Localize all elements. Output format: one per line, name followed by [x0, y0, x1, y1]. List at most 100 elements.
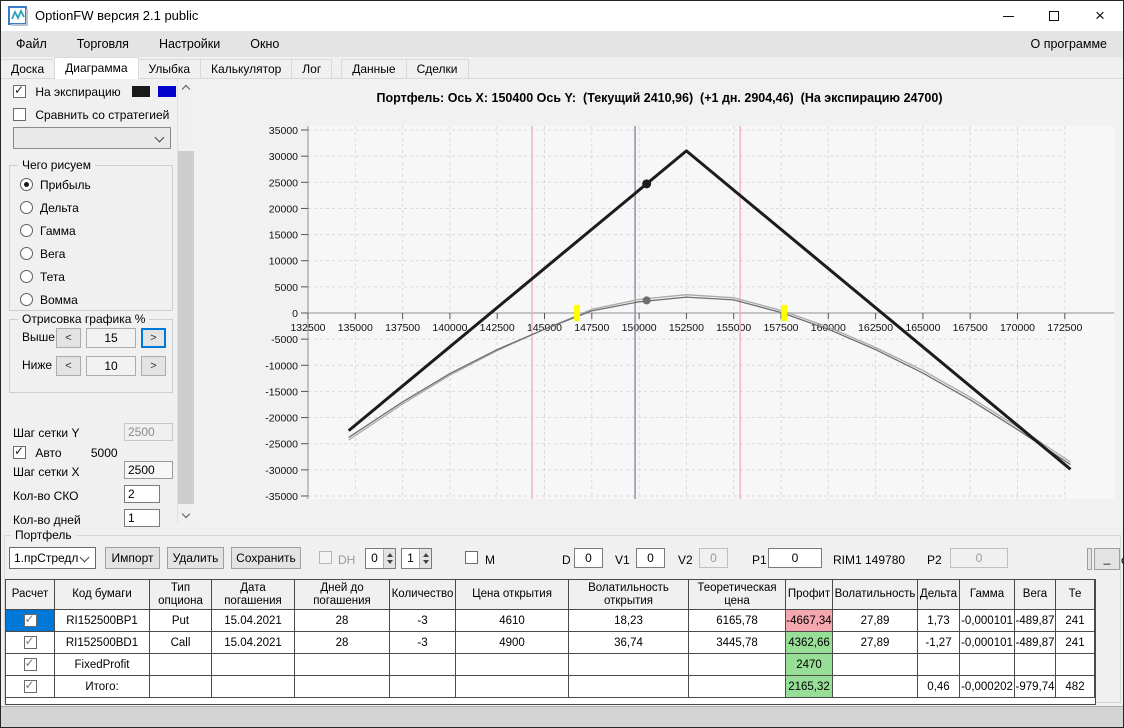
table-cell[interactable]: 4362,66	[786, 632, 833, 654]
below-increment-button[interactable]: >	[141, 356, 166, 376]
row-calc-checkbox-cell[interactable]	[6, 654, 55, 676]
radio-row-1[interactable]: Дельта	[20, 201, 91, 224]
table-cell[interactable]: 27,89	[833, 610, 918, 632]
positions-table[interactable]: Расчет Код бумаги Тип опциона Дата погашени…	[5, 579, 1096, 705]
close-button[interactable]: ×	[1077, 1, 1123, 31]
row-calc-checkbox[interactable]	[23, 656, 37, 671]
spinner-a[interactable]: 0	[365, 548, 396, 569]
column-header-14[interactable]: Те	[1056, 580, 1095, 610]
current-color-swatch[interactable]	[158, 86, 177, 97]
scroll-up-button[interactable]	[178, 79, 195, 96]
expiration-color-swatch[interactable]	[132, 86, 150, 97]
dh-checkbox[interactable]	[319, 551, 332, 564]
table-cell[interactable]: 15.04.2021	[212, 632, 295, 654]
menu-item-2[interactable]: Настройки	[144, 31, 235, 57]
column-header-2[interactable]: Тип опциона	[150, 580, 212, 610]
table-cell[interactable]	[456, 654, 569, 676]
import-button[interactable]: Импорт	[105, 547, 160, 569]
table-cell[interactable]: 28	[295, 632, 390, 654]
spinner-b-arrows[interactable]	[419, 549, 431, 568]
table-cell[interactable]: 27,89	[833, 632, 918, 654]
table-cell[interactable]: -489,87	[1015, 610, 1056, 632]
column-header-4[interactable]: Дней до погашения	[295, 580, 390, 610]
column-header-6[interactable]: Цена открытия	[456, 580, 569, 610]
compare-strategy-checkbox[interactable]	[13, 108, 26, 121]
tab-5[interactable]: Данные	[341, 59, 407, 78]
table-cell[interactable]	[212, 676, 295, 698]
table-cell[interactable]: -489,87	[1015, 632, 1056, 654]
table-cell[interactable]	[295, 654, 390, 676]
radio-icon[interactable]	[20, 178, 33, 191]
splitter-handle[interactable]	[1087, 548, 1092, 570]
minimize-button[interactable]	[985, 1, 1031, 31]
radio-icon[interactable]	[20, 293, 33, 306]
table-row[interactable]: RI152500BP1Put15.04.202128-3461018,23616…	[6, 610, 1095, 632]
table-cell[interactable]: Put	[150, 610, 212, 632]
table-cell[interactable]: 15.04.2021	[212, 610, 295, 632]
row-calc-checkbox-cell[interactable]	[6, 610, 55, 632]
below-value[interactable]: 10	[86, 356, 136, 376]
table-cell[interactable]: 36,74	[569, 632, 689, 654]
portfolio-select[interactable]: 1.прСтредл	[9, 547, 96, 569]
table-cell[interactable]	[150, 676, 212, 698]
spinner-b[interactable]: 1	[401, 548, 432, 569]
table-row[interactable]: RI152500BD1Call15.04.202128-3490036,7434…	[6, 632, 1095, 654]
below-decrement-button[interactable]: <	[56, 356, 81, 376]
table-cell[interactable]: -0,000101	[960, 610, 1015, 632]
table-cell[interactable]: FixedProfit	[55, 654, 150, 676]
table-cell[interactable]: -979,74	[1015, 676, 1056, 698]
grid-y-input[interactable]	[124, 423, 173, 441]
above-decrement-button[interactable]: <	[56, 328, 81, 348]
menu-item-about[interactable]: О программе	[1023, 31, 1115, 57]
radio-row-2[interactable]: Гамма	[20, 224, 91, 247]
days-count-input[interactable]	[124, 509, 160, 527]
table-cell[interactable]: 241	[1056, 610, 1095, 632]
radio-row-3[interactable]: Вега	[20, 247, 91, 270]
expiration-checkbox[interactable]	[13, 83, 26, 98]
table-cell[interactable]: 28	[295, 610, 390, 632]
strategy-compare-dropdown[interactable]	[13, 127, 171, 149]
table-cell[interactable]	[569, 654, 689, 676]
table-cell[interactable]: 3445,78	[689, 632, 786, 654]
table-cell[interactable]	[833, 676, 918, 698]
table-cell[interactable]: -3	[390, 610, 456, 632]
column-header-12[interactable]: Гамма	[960, 580, 1015, 610]
tab-6[interactable]: Сделки	[405, 59, 469, 78]
table-cell[interactable]	[569, 676, 689, 698]
column-header-7[interactable]: Волатильность открытия	[569, 580, 689, 610]
table-cell[interactable]: -3	[390, 632, 456, 654]
radio-icon[interactable]	[20, 201, 33, 214]
table-cell[interactable]	[689, 676, 786, 698]
sidebar-scrollbar[interactable]	[177, 79, 195, 524]
column-header-9[interactable]: Профит	[786, 580, 833, 610]
table-cell[interactable]	[150, 654, 212, 676]
tab-3[interactable]: Калькулятор	[200, 59, 293, 78]
d-field[interactable]: 0	[574, 548, 603, 568]
table-cell[interactable]: 241	[1056, 632, 1095, 654]
row-calc-checkbox-cell[interactable]	[6, 676, 55, 698]
table-cell[interactable]: 2470	[786, 654, 833, 676]
table-cell[interactable]	[295, 676, 390, 698]
column-header-13[interactable]: Вега	[1015, 580, 1056, 610]
scroll-down-button[interactable]	[178, 507, 195, 524]
column-header-1[interactable]: Код бумаги	[55, 580, 150, 610]
row-calc-checkbox[interactable]	[23, 612, 37, 627]
table-cell[interactable]	[390, 654, 456, 676]
tab-2[interactable]: Улыбка	[137, 59, 202, 78]
table-cell[interactable]: Call	[150, 632, 212, 654]
p2-field[interactable]: 0	[950, 548, 1008, 568]
table-cell[interactable]: 482	[1056, 676, 1095, 698]
grid-x-input[interactable]	[124, 461, 173, 479]
table-cell[interactable]: 6165,78	[689, 610, 786, 632]
chart-area[interactable]: Портфель: Ось X: 150400 Ось Y: (Текущий …	[194, 79, 1123, 527]
table-cell[interactable]: Итого:	[55, 676, 150, 698]
collapse-panel-button[interactable]: _	[1094, 548, 1120, 570]
radio-icon[interactable]	[20, 224, 33, 237]
tab-4[interactable]: Лог	[291, 59, 333, 78]
table-cell[interactable]	[960, 654, 1015, 676]
auto-checkbox[interactable]	[13, 444, 26, 459]
table-cell[interactable]	[212, 654, 295, 676]
table-cell[interactable]: 18,23	[569, 610, 689, 632]
column-header-0[interactable]: Расчет	[6, 580, 55, 610]
m-checkbox[interactable]	[465, 551, 478, 564]
